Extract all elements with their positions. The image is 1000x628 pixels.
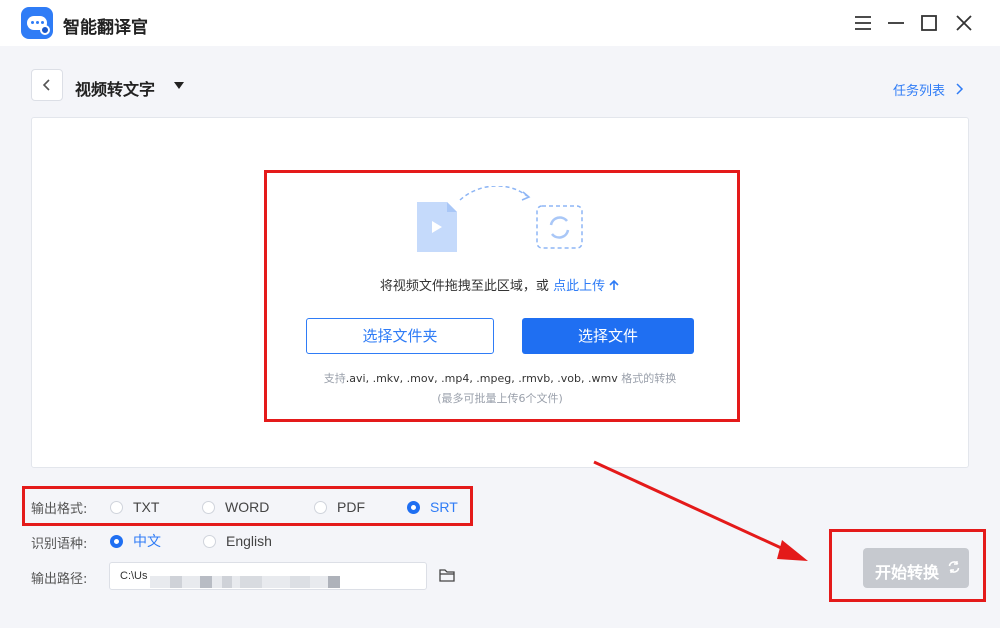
radio-language-english[interactable]: English [203, 532, 272, 550]
radio-format-word[interactable]: WORD [202, 498, 269, 516]
redacted-block [170, 576, 182, 588]
redacted-block [200, 576, 212, 588]
back-button[interactable] [31, 69, 63, 101]
page-title[interactable]: 视频转文字 [75, 76, 155, 100]
minimize-icon[interactable] [884, 11, 908, 35]
radio-format-txt[interactable]: TXT [110, 498, 159, 516]
supported-formats: 支持.avi, .mkv, .mov, .mp4, .mpeg, .rmvb, … [323, 372, 677, 385]
radio-format-pdf[interactable]: PDF [314, 498, 365, 516]
maximize-icon[interactable] [917, 11, 941, 35]
arrow-up-icon[interactable] [608, 279, 620, 291]
upload-link[interactable]: 点此上传 [553, 279, 605, 294]
caret-down-icon[interactable] [174, 82, 184, 89]
back-icon [42, 79, 50, 91]
start-convert-button[interactable]: 开始转换 [863, 548, 969, 588]
drop-hint: 将视频文件拖拽至此区域，或 点此上传 [300, 275, 700, 294]
redacted-block [328, 576, 340, 588]
output-path-value: C:\Us [120, 570, 148, 582]
output-format-label: 输出格式: [31, 502, 88, 517]
app-logo-icon [21, 7, 53, 39]
select-folder-button[interactable]: 选择文件夹 [306, 318, 494, 354]
language-label: 识别语种: [31, 537, 88, 552]
video-file-icon [417, 202, 457, 252]
upload-limit-note: (最多可批量上传6个文件) [437, 392, 563, 405]
output-path-label: 输出路径: [31, 572, 88, 587]
radio-language-chinese[interactable]: 中文 [110, 532, 161, 550]
format-list: .avi, .mkv, .mov, .mp4, .mpeg, .rmvb, .v… [345, 372, 618, 385]
radio-format-srt[interactable]: SRT [407, 498, 458, 516]
drop-hint-text: 将视频文件拖拽至此区域，或 [379, 279, 554, 294]
convert-icon [536, 205, 583, 249]
refresh-icon [948, 561, 960, 573]
upload-illustration [417, 186, 583, 252]
task-list-link[interactable]: 任务列表 [893, 80, 945, 99]
folder-icon[interactable] [439, 568, 455, 582]
redacted-block [222, 576, 232, 588]
redacted-block [290, 576, 310, 588]
chevron-right-icon[interactable] [954, 83, 964, 95]
title-bar: 智能翻译官 [0, 0, 1000, 46]
menu-icon[interactable] [851, 11, 875, 35]
app-title: 智能翻译官 [63, 18, 148, 38]
select-file-button[interactable]: 选择文件 [522, 318, 694, 354]
close-icon[interactable] [952, 11, 976, 35]
redacted-block [240, 576, 262, 588]
